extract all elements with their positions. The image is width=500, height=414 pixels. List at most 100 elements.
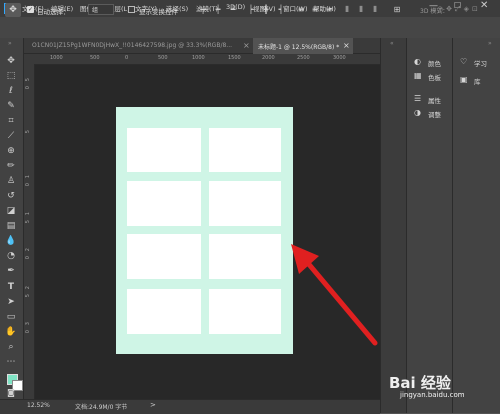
status-menu-arrow-icon[interactable]: > <box>150 401 156 409</box>
ruler-label: 1 <box>25 175 31 179</box>
ruler-label: 500 <box>90 55 100 61</box>
quick-select-icon[interactable]: ✎ <box>4 99 18 113</box>
auto-select-target-dropdown[interactable]: 组 <box>88 4 114 15</box>
panel-swatches-label[interactable]: 色板 <box>428 72 441 82</box>
type-icon[interactable]: T <box>4 280 18 294</box>
toolbar-collapse-icon[interactable]: » <box>8 40 12 47</box>
placeholder-card[interactable] <box>127 181 201 226</box>
blur-icon[interactable]: 💧 <box>4 234 18 248</box>
ruler-label: 0 <box>25 256 31 260</box>
panel-adjustments-label[interactable]: 调整 <box>428 109 441 119</box>
brush-icon[interactable]: ✏ <box>4 159 18 173</box>
marquee-icon[interactable]: ⬚ <box>4 69 18 83</box>
close-icon[interactable]: ✕ <box>480 0 488 11</box>
options-bar <box>0 17 500 39</box>
document-size-info: 文档:24.9M/0 字节 <box>75 404 128 411</box>
status-bar <box>0 399 380 414</box>
align-top-icon[interactable]: ┯ <box>199 5 207 14</box>
ruler-label: 3000 <box>333 55 346 61</box>
document-tab-1-label[interactable]: O1CN01JZ15Pg1WFN0DjHwX_!!0146427598.jpg … <box>32 42 232 49</box>
tab-close-icon[interactable]: × <box>343 41 350 50</box>
panel-collapse-icon[interactable]: « <box>390 40 394 47</box>
move-icon[interactable]: ✥ <box>4 54 18 68</box>
ruler-label: 1000 <box>192 55 205 61</box>
more-tools-icon[interactable]: ⋯ <box>4 355 18 369</box>
ruler-label: 3 <box>25 322 31 326</box>
align-bottom-icon[interactable]: ┷ <box>229 5 237 14</box>
placeholder-card[interactable] <box>209 128 281 172</box>
panel-collapse-icon[interactable]: » <box>488 40 492 47</box>
placeholder-card[interactable] <box>127 234 201 279</box>
color-wheel-icon[interactable]: ◐ <box>414 57 421 66</box>
panel-learn-label[interactable]: 学习 <box>474 58 487 68</box>
distribute-left-icon[interactable]: ⦀ <box>343 5 351 14</box>
zoom-level[interactable]: 12.52% <box>27 402 50 409</box>
ruler-label: 0 <box>25 330 31 334</box>
ruler-label: 2000 <box>262 55 275 61</box>
ruler-label: 2 <box>25 248 31 252</box>
eyedropper-icon[interactable]: ⟋ <box>4 129 18 143</box>
properties-icon[interactable]: ☰ <box>414 94 421 103</box>
gradient-icon[interactable]: ▤ <box>4 219 18 233</box>
auto-align-icon[interactable]: ⊞ <box>393 5 401 14</box>
panel-library-label[interactable]: 库 <box>474 76 481 86</box>
placeholder-card[interactable] <box>209 181 281 226</box>
document-tab-2-label[interactable]: 未标题-1 @ 12.5%(RGB/8) * <box>258 42 339 51</box>
history-brush-icon[interactable]: ↺ <box>4 189 18 203</box>
ruler-label: 5 <box>25 294 31 298</box>
panel-color-label[interactable]: 颜色 <box>428 58 441 68</box>
show-transform-label: 显示变换控件 <box>139 8 178 16</box>
eraser-icon[interactable]: ◪ <box>4 204 18 218</box>
ruler-label: 0 <box>25 183 31 187</box>
vertical-ruler[interactable] <box>24 64 35 399</box>
distribute-vcenter-icon[interactable]: ≡ <box>311 5 319 14</box>
document-canvas[interactable] <box>116 107 293 354</box>
ruler-label: 1 <box>25 212 31 216</box>
watermark-logo-text: Bai 经验 <box>389 374 452 392</box>
lasso-icon[interactable]: ℓ <box>4 84 18 98</box>
move-tool-icon[interactable]: ✥ <box>5 3 21 17</box>
ruler-label: 500 <box>158 55 168 61</box>
path-select-icon[interactable]: ➤ <box>4 295 18 309</box>
align-right-icon[interactable]: ┥ <box>277 5 285 14</box>
zoom-icon[interactable]: ⌕ <box>4 340 18 354</box>
align-vcenter-icon[interactable]: ┿ <box>214 5 222 14</box>
tab-close-icon[interactable]: × <box>243 41 250 50</box>
rectangle-icon[interactable]: ▭ <box>4 310 18 324</box>
distribute-right-icon[interactable]: ⦀ <box>371 5 379 14</box>
auto-select-checkbox[interactable]: ✓ <box>27 6 34 13</box>
panel-dock-strip <box>380 38 406 413</box>
ruler-label: 2 <box>25 286 31 290</box>
placeholder-card[interactable] <box>127 289 201 334</box>
placeholder-card[interactable] <box>209 289 281 334</box>
watermark-domain: jingyan.baidu.com <box>400 391 465 399</box>
distribute-hcenter-icon[interactable]: ⦀ <box>357 5 365 14</box>
show-transform-checkbox[interactable] <box>128 6 135 13</box>
ruler-label: 5 <box>25 130 31 134</box>
library-icon[interactable]: ▣ <box>460 75 468 84</box>
align-hcenter-icon[interactable]: ╋ <box>262 5 270 14</box>
ruler-label: 5 <box>25 78 31 82</box>
mode-3d-icons[interactable]: ◎✥⤢◈⊡ <box>437 5 481 14</box>
hand-icon[interactable]: ✋ <box>4 325 18 339</box>
placeholder-card[interactable] <box>127 128 201 172</box>
ruler-label: 2500 <box>297 55 310 61</box>
panel-dock-far <box>452 38 500 413</box>
annotation-arrow-icon <box>291 244 378 346</box>
placeholder-card[interactable] <box>209 234 281 279</box>
pen-icon[interactable]: ✒ <box>4 264 18 278</box>
learn-bulb-icon[interactable]: ♡ <box>460 57 467 66</box>
distribute-top-icon[interactable]: ≡ <box>297 5 305 14</box>
distribute-bottom-icon[interactable]: ≡ <box>325 5 333 14</box>
swatches-icon[interactable]: ▦ <box>414 71 422 80</box>
adjustments-icon[interactable]: ◑ <box>414 108 421 117</box>
panel-properties-label[interactable]: 属性 <box>428 95 441 105</box>
quick-mask-icon[interactable]: ◙ <box>4 386 18 400</box>
healing-brush-icon[interactable]: ⊕ <box>4 144 18 158</box>
dodge-icon[interactable]: ◔ <box>4 249 18 263</box>
ruler-label: 1500 <box>228 55 241 61</box>
crop-icon[interactable]: ⌗ <box>4 114 18 128</box>
clone-stamp-icon[interactable]: ♙ <box>4 174 18 188</box>
arrow-shaft <box>304 259 378 346</box>
align-left-icon[interactable]: ┝ <box>247 5 255 14</box>
